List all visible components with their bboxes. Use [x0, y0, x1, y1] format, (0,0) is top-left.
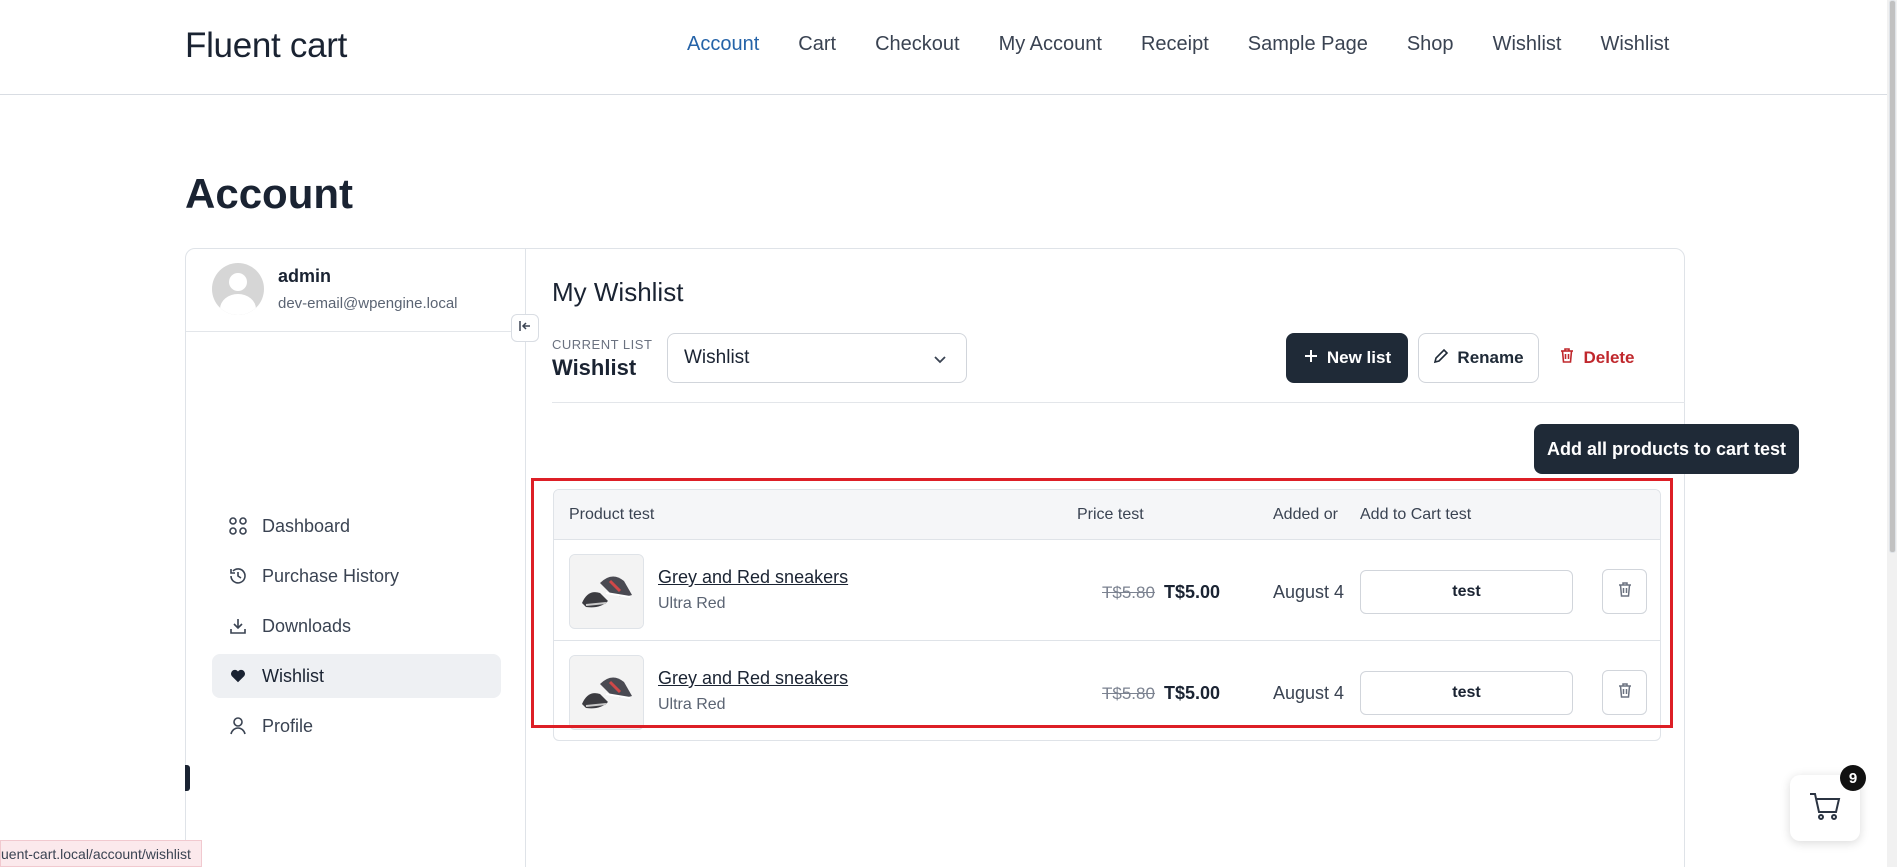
- sidebar-item-label: Dashboard: [262, 515, 351, 536]
- sidebar-item-label: Downloads: [262, 615, 352, 636]
- user-profile: admin dev-email@wpengine.local: [212, 263, 458, 315]
- current-list-name: Wishlist: [552, 355, 637, 380]
- product-variant: Ultra Red: [658, 595, 726, 612]
- main-nav: Account Cart Checkout My Account Receipt…: [687, 33, 1708, 56]
- user-icon: [228, 716, 248, 736]
- nav-link-checkout[interactable]: Checkout: [875, 33, 960, 56]
- account-card: admin dev-email@wpengine.local Dashboard…: [185, 248, 1799, 867]
- column-header-product: Product test: [569, 506, 655, 523]
- list-select-value: Wishlist: [684, 347, 750, 368]
- sidebar-item-dashboard[interactable]: Dashboard: [212, 504, 501, 548]
- account-sidebar: admin dev-email@wpengine.local Dashboard…: [185, 249, 526, 867]
- wishlist-table: Product test Price test Added or Add to …: [553, 489, 1661, 741]
- column-header-price: Price test: [1077, 506, 1144, 523]
- delete-button[interactable]: Delete: [1552, 333, 1642, 383]
- trash-icon: [1617, 581, 1633, 603]
- sidebar-item-wishlist[interactable]: Wishlist: [212, 654, 501, 698]
- nav-link-cart[interactable]: Cart: [798, 33, 836, 56]
- add-all-to-cart-button[interactable]: Add all products to cart test: [1534, 424, 1799, 474]
- original-price: T$5.80: [1102, 684, 1155, 703]
- user-email: dev-email@wpengine.local: [278, 295, 458, 312]
- table-header: Product test Price test Added or Add to …: [554, 490, 1660, 540]
- sidebar-item-label: Purchase History: [262, 565, 400, 586]
- trash-icon: [1559, 347, 1575, 369]
- sidebar-item-downloads[interactable]: Downloads: [212, 604, 501, 648]
- plus-icon: [1303, 348, 1319, 369]
- sidebar-item-label: Wishlist: [262, 665, 324, 686]
- shopping-cart-icon: [1808, 791, 1842, 826]
- nav-link-sample-page[interactable]: Sample Page: [1248, 33, 1368, 56]
- scrollbar-thumb[interactable]: [1889, 0, 1896, 553]
- product-thumbnail[interactable]: [569, 554, 644, 629]
- remove-item-button[interactable]: [1602, 569, 1647, 614]
- nav-link-my-account[interactable]: My Account: [999, 33, 1102, 56]
- sale-price: T$5.00: [1164, 683, 1221, 703]
- dashboard-icon: [228, 516, 248, 536]
- status-bar-url: uent-cart.local/account/wishlist: [0, 840, 202, 867]
- history-icon: [228, 566, 248, 586]
- section-divider: [552, 402, 1685, 403]
- product-thumbnail[interactable]: [569, 655, 644, 730]
- wishlist-panel: My Wishlist Current list Wishlist Wishli…: [526, 249, 1799, 867]
- added-date: August 4: [1273, 582, 1345, 602]
- rename-button[interactable]: Rename: [1418, 333, 1539, 383]
- nav-link-account[interactable]: Account: [687, 33, 759, 56]
- download-icon: [228, 616, 248, 636]
- active-indicator: [185, 765, 190, 791]
- nav-link-wishlist-2[interactable]: Wishlist: [1600, 33, 1669, 56]
- add-to-cart-button[interactable]: test: [1360, 671, 1573, 715]
- trash-icon: [1617, 682, 1633, 704]
- nav-link-shop[interactable]: Shop: [1407, 33, 1454, 56]
- sidebar-divider: [186, 331, 526, 332]
- sale-price: T$5.00: [1164, 582, 1221, 602]
- user-name: admin: [278, 266, 332, 286]
- sidebar-item-purchase-history[interactable]: Purchase History: [212, 554, 501, 598]
- table-row: Grey and Red sneakers Ultra Red T$5.80 T…: [554, 641, 1660, 740]
- page-title: Account: [185, 170, 353, 217]
- avatar: [212, 263, 264, 315]
- product-name-link[interactable]: Grey and Red sneakers: [658, 668, 848, 689]
- new-list-button[interactable]: New list: [1286, 333, 1408, 383]
- site-header: Fluent cart Account Cart Checkout My Acc…: [0, 0, 1887, 95]
- added-date: August 4: [1273, 683, 1345, 703]
- delete-label: Delete: [1583, 348, 1635, 367]
- product-variant: Ultra Red: [658, 696, 726, 713]
- list-select[interactable]: Wishlist: [667, 333, 967, 383]
- column-header-added: Added or: [1273, 506, 1338, 523]
- product-name-link[interactable]: Grey and Red sneakers: [658, 567, 848, 588]
- page-scrollbar[interactable]: [1887, 0, 1897, 867]
- table-row: Grey and Red sneakers Ultra Red T$5.80 T…: [554, 540, 1660, 641]
- column-header-add-to-cart: Add to Cart test: [1360, 506, 1472, 523]
- current-list-label: Current list: [552, 337, 653, 352]
- heart-icon: [228, 666, 248, 686]
- original-price: T$5.80: [1102, 583, 1155, 602]
- remove-item-button[interactable]: [1602, 670, 1647, 715]
- sidebar-item-profile[interactable]: Profile: [212, 704, 501, 748]
- nav-link-wishlist[interactable]: Wishlist: [1493, 33, 1562, 56]
- site-title[interactable]: Fluent cart: [185, 26, 347, 66]
- chevron-down-icon: [932, 351, 948, 373]
- new-list-label: New list: [1326, 348, 1392, 367]
- rename-label: Rename: [1457, 348, 1524, 367]
- wishlist-heading: My Wishlist: [552, 277, 684, 307]
- nav-link-receipt[interactable]: Receipt: [1141, 33, 1209, 56]
- add-to-cart-button[interactable]: test: [1360, 570, 1573, 614]
- pencil-icon: [1433, 348, 1449, 369]
- sidebar-item-label: Profile: [262, 715, 314, 736]
- cart-count-badge: 9: [1840, 765, 1866, 791]
